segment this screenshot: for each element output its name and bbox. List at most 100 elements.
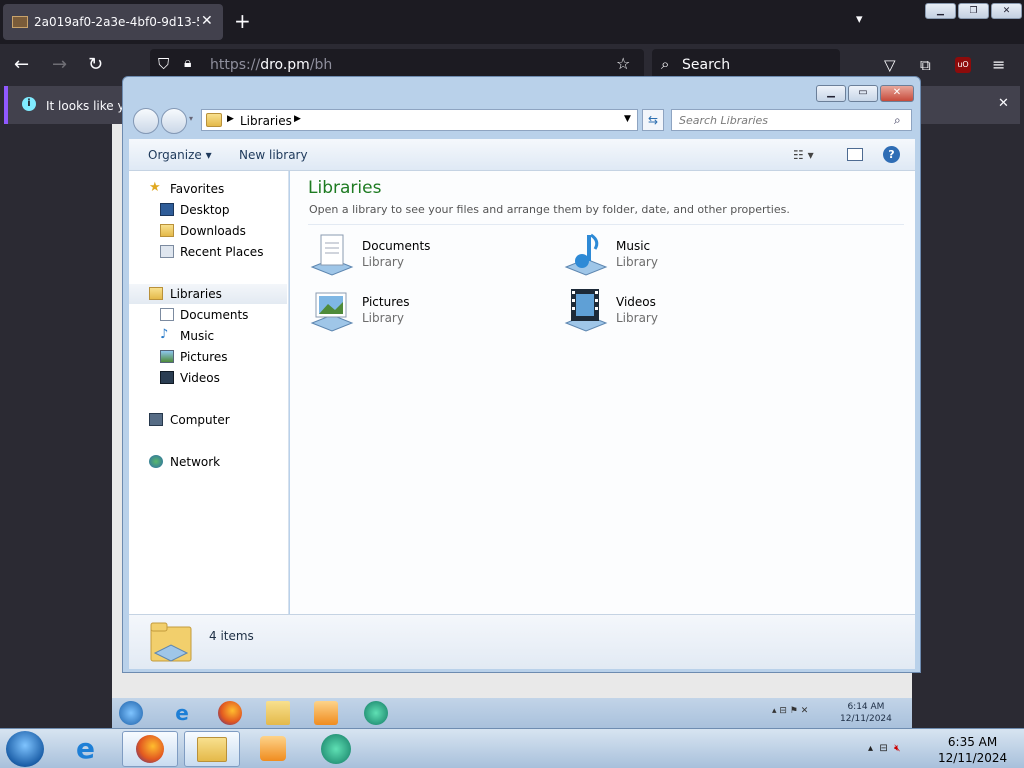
remote-media-player-icon[interactable] <box>314 701 338 725</box>
remote-taskbar: e ▴ ⊟ ⚑ ✕ 6:14 AM 12/11/2024 <box>112 698 912 728</box>
navigation-pane: ★ Favorites Desktop Downloads Recent Pla… <box>129 171 289 614</box>
breadcrumb-separator-icon[interactable]: ▶ <box>227 114 234 124</box>
remote-tray-icons[interactable]: ▴ ⊟ ⚑ ✕ <box>772 706 808 716</box>
system-tray[interactable]: ▴ ⊟ 🔇︎ <box>868 743 900 754</box>
forward-icon[interactable]: → <box>52 54 67 75</box>
new-library-button[interactable]: New library <box>239 148 308 162</box>
ie-icon: e <box>76 732 95 765</box>
library-type: Library <box>616 311 658 325</box>
search-input[interactable]: Search Libraries ⌕ <box>671 109 912 131</box>
browser-tabbar: 2a019af0-2a3e-4bf0-9d13-5e4d ✕ + ▾ ▁ ❐ ✕ <box>0 0 1024 44</box>
remote-app-icon[interactable] <box>364 701 388 725</box>
command-bar: Organize ▾ New library ☷ ▾ ? <box>129 139 915 171</box>
library-name: Pictures <box>362 295 410 309</box>
volume-muted-icon[interactable]: 🔇︎ <box>894 743 900 754</box>
libraries-folder-icon <box>206 113 222 127</box>
organize-button[interactable]: Organize ▾ <box>148 148 212 162</box>
bookmark-star-icon[interactable]: ☆ <box>616 54 630 73</box>
library-item-pictures[interactable]: Pictures Library <box>308 287 528 337</box>
details-pane: 4 items <box>129 614 915 669</box>
search-placeholder: Search Libraries <box>679 114 769 127</box>
address-bar[interactable]: ▶ Libraries ▶ ▼ <box>201 109 638 131</box>
nav-videos[interactable]: Videos <box>129 368 287 388</box>
explorer-minimize-button[interactable]: ▁ <box>816 85 846 102</box>
preview-pane-icon[interactable] <box>847 148 863 161</box>
library-name: Videos <box>616 295 656 309</box>
library-name: Music <box>616 239 651 253</box>
url-text[interactable]: https://dro.pm/bh <box>210 57 332 73</box>
library-item-videos[interactable]: Videos Library <box>562 287 782 337</box>
nav-recent-places[interactable]: Recent Places <box>129 242 287 262</box>
remote-start-icon[interactable] <box>119 701 143 725</box>
remote-clock[interactable]: 6:14 AM 12/11/2024 <box>840 701 892 725</box>
help-icon[interactable]: ? <box>883 146 900 163</box>
page-subtitle: Open a library to see your files and arr… <box>309 203 790 216</box>
taskbar-firefox-button[interactable] <box>122 731 178 767</box>
taskbar-explorer-button[interactable] <box>184 731 240 767</box>
pocket-icon[interactable]: ▽ <box>884 56 896 74</box>
library-type: Library <box>616 255 658 269</box>
star-icon: ★ <box>149 180 161 195</box>
nav-libraries[interactable]: Libraries <box>129 284 287 304</box>
explorer-window: ▁ ▭ ✕ ▾ ▶ Libraries ▶ ▼ ⇆ Search Librari… <box>122 76 921 673</box>
remote-firefox-icon[interactable] <box>218 701 242 725</box>
libraries-icon <box>149 287 163 300</box>
page-title: Libraries <box>308 178 382 198</box>
reload-icon[interactable]: ↻ <box>88 54 103 75</box>
taskbar-clock[interactable]: 6:35 AM 12/11/2024 <box>938 734 1007 766</box>
documents-icon <box>160 308 174 321</box>
library-item-music[interactable]: Music Library <box>562 231 782 281</box>
restore-button[interactable]: ❐ <box>958 3 989 19</box>
start-button[interactable] <box>6 731 44 767</box>
videos-icon <box>160 371 174 384</box>
taskbar-media-player-button[interactable] <box>246 731 302 767</box>
nav-music[interactable]: ♪ Music <box>129 326 287 346</box>
back-button[interactable] <box>133 108 159 134</box>
extensions-icon[interactable]: ⧉ <box>920 56 931 74</box>
remote-explorer-icon[interactable] <box>266 701 290 725</box>
firefox-icon <box>136 735 164 763</box>
tab-list-chevron-icon[interactable]: ▾ <box>856 12 863 27</box>
minimize-button[interactable]: ▁ <box>925 3 956 19</box>
explorer-maximize-button[interactable]: ▭ <box>848 85 878 102</box>
taskbar-app-button[interactable] <box>308 731 364 767</box>
menu-icon[interactable]: ≡ <box>992 55 1005 74</box>
tab-close-icon[interactable]: ✕ <box>201 13 213 29</box>
nav-downloads[interactable]: Downloads <box>129 221 287 241</box>
breadcrumb-chevron-icon[interactable]: ▶ <box>294 114 301 124</box>
library-type: Library <box>362 255 404 269</box>
music-library-icon <box>562 231 608 277</box>
address-dropdown-icon[interactable]: ▼ <box>624 114 631 124</box>
nav-pictures[interactable]: Pictures <box>129 347 287 367</box>
taskbar-ie-button[interactable]: e <box>64 731 120 767</box>
ublock-icon[interactable]: uO <box>955 57 971 73</box>
library-item-documents[interactable]: Documents Library <box>308 231 528 281</box>
explorer-icon <box>197 737 227 762</box>
nav-network[interactable]: Network <box>129 452 287 472</box>
explorer-close-button[interactable]: ✕ <box>880 85 914 102</box>
recent-pages-chevron-icon[interactable]: ▾ <box>189 114 193 123</box>
back-icon[interactable]: ← <box>14 54 29 75</box>
pictures-library-icon <box>308 287 354 333</box>
refresh-icon[interactable]: ⇆ <box>642 109 664 131</box>
search-icon[interactable]: ⌕ <box>894 113 901 128</box>
view-options-icon[interactable]: ☷ ▾ <box>793 148 814 162</box>
forward-button[interactable] <box>161 108 187 134</box>
library-name: Documents <box>362 239 431 253</box>
nav-computer[interactable]: Computer <box>129 410 287 430</box>
notification-close-icon[interactable]: ✕ <box>998 96 1009 111</box>
recent-places-icon <box>160 245 174 258</box>
lock-icon[interactable]: 🔒︎ <box>184 55 191 71</box>
breadcrumb-libraries[interactable]: Libraries <box>240 114 292 128</box>
remote-ie-icon[interactable]: e <box>170 701 194 725</box>
pictures-icon <box>160 350 174 363</box>
close-window-button[interactable]: ✕ <box>991 3 1022 19</box>
new-tab-button[interactable]: + <box>234 9 251 33</box>
nav-favorites[interactable]: ★ Favorites <box>129 179 287 199</box>
shield-icon[interactable]: ⛉ <box>158 55 169 73</box>
computer-icon <box>149 413 163 426</box>
taskbar: e ▴ ⊟ 🔇︎ 6:35 AM 12/11/2024 <box>0 728 1024 768</box>
nav-documents[interactable]: Documents <box>129 305 287 325</box>
browser-tab[interactable]: 2a019af0-2a3e-4bf0-9d13-5e4d ✕ <box>3 4 223 40</box>
nav-desktop[interactable]: Desktop <box>129 200 287 220</box>
